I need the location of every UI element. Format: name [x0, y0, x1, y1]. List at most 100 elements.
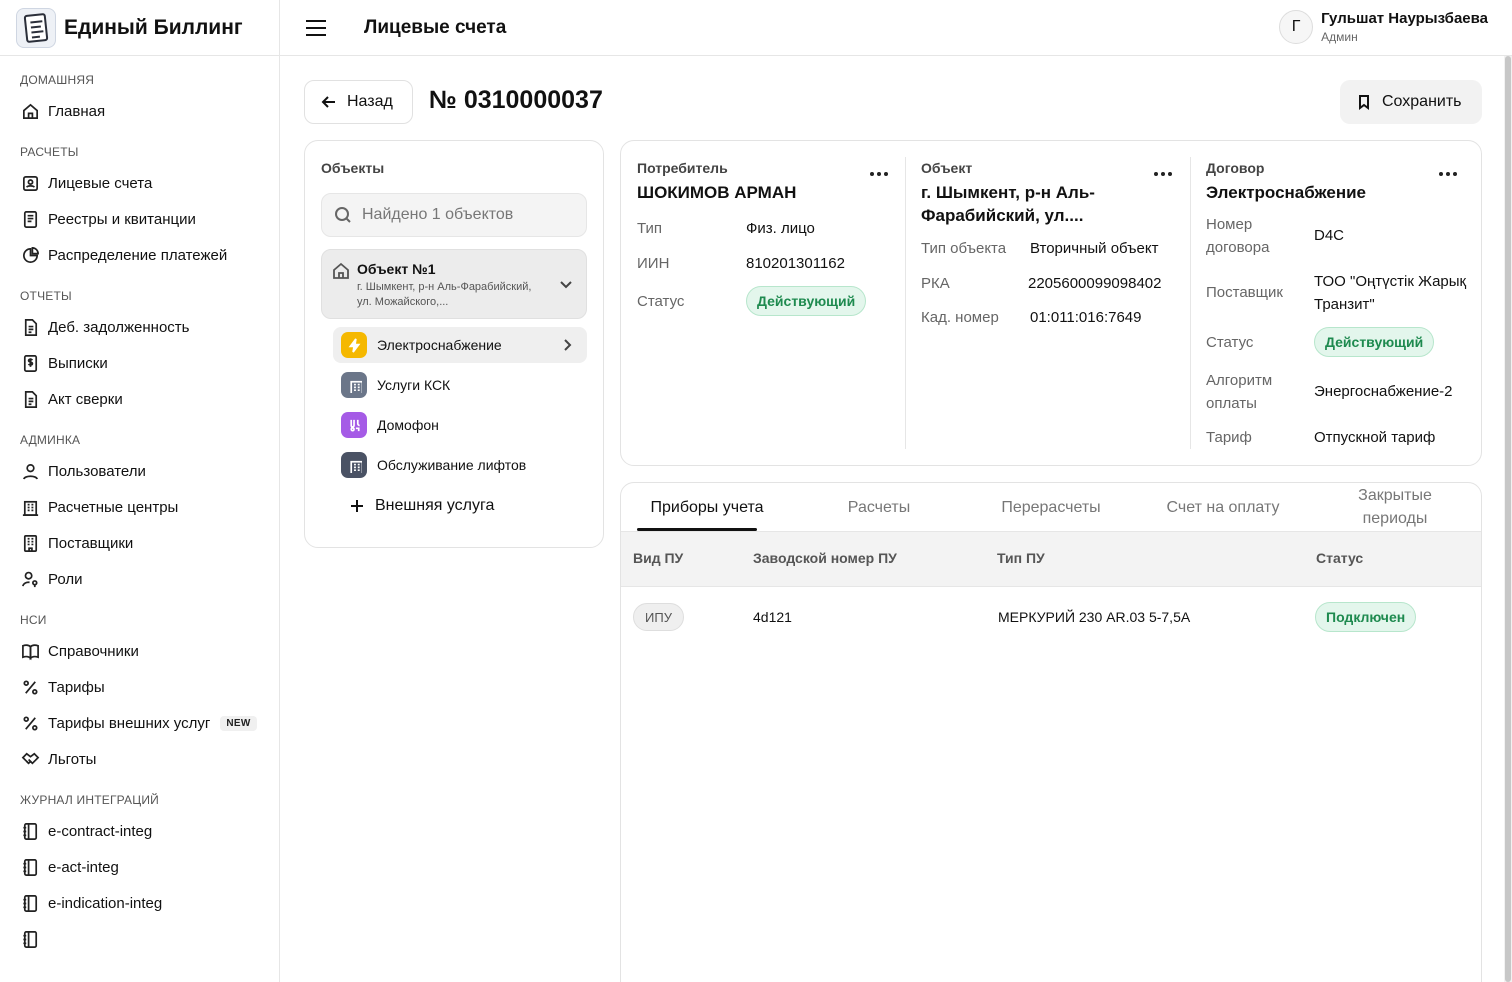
objects-panel: Объекты Объект №1 г. Шымкент, р-н Аль-Фа… — [304, 140, 604, 548]
consumer-iin-value: 810201301162 — [746, 255, 845, 272]
lightning-icon — [341, 332, 367, 358]
account-info-panel: Потребитель ШОКИМОВ АРМАН Тип Физ. лицо … — [620, 140, 1482, 466]
sidebar-item[interactable]: e-contract-integ — [0, 813, 279, 849]
logo-icon — [16, 7, 56, 48]
sidebar-item[interactable]: Деб. задолженность — [0, 309, 279, 345]
percent-icon — [20, 677, 40, 697]
consumer-status-label: Статус — [637, 293, 685, 310]
chevron-down-icon[interactable] — [558, 276, 574, 296]
tab-closed-periods[interactable]: Закрытые периоды — [1335, 483, 1455, 531]
sidebar-item[interactable]: Пользователи — [0, 453, 279, 489]
page-scrollbar[interactable] — [1504, 56, 1512, 982]
object-title: г. Шымкент, р-н Аль-Фарабийский, ул.... — [921, 183, 1095, 225]
sidebar-item-label: e-act-integ — [48, 858, 119, 876]
consumer-more-icon[interactable] — [870, 169, 890, 179]
scrollbar-thumb[interactable] — [1505, 56, 1511, 982]
sidebar-item-label: Выписки — [48, 354, 108, 372]
nav-section-title: АДМИНКА — [20, 433, 81, 447]
column-header[interactable]: Статус — [1316, 550, 1363, 566]
sidebar-item[interactable]: Льготы — [0, 741, 279, 777]
brand[interactable]: Единый Биллинг — [0, 0, 279, 56]
contract-status-label: Статус — [1206, 334, 1254, 351]
top-header: Лицевые счета Г Гульшат Наурызбаева Адми… — [280, 0, 1512, 56]
add-external-service-button[interactable]: Внешняя услуга — [349, 497, 494, 515]
user-menu[interactable]: Г Гульшат Наурызбаева Админ — [1279, 10, 1488, 44]
sidebar-item[interactable]: Акт сверки — [0, 381, 279, 417]
column-header[interactable]: Тип ПУ — [997, 550, 1045, 566]
sidebar-item-label: Реестры и квитанции — [48, 210, 196, 228]
sidebar-item[interactable]: e-indication-integ — [0, 885, 279, 921]
building-icon — [341, 452, 367, 478]
sidebar-item[interactable] — [0, 921, 279, 957]
intercom-icon — [341, 412, 367, 438]
search-box[interactable] — [321, 193, 587, 237]
object-type-value: Вторичный объект — [1030, 240, 1159, 257]
object-rka-value: 2205600099098402 — [1028, 275, 1162, 292]
chevron-right-icon[interactable] — [559, 337, 575, 356]
back-button[interactable]: Назад — [304, 80, 413, 124]
service-item[interactable]: Электроснабжение — [333, 327, 587, 363]
service-label: Домофон — [377, 417, 439, 433]
service-label: Электроснабжение — [377, 337, 502, 353]
user-name: Гульшат Наурызбаева — [1321, 10, 1488, 27]
contract-supplier-label: Поставщик — [1206, 284, 1283, 301]
sidebar-item-label: Тарифы внешних услуг — [48, 714, 211, 732]
sidebar-item[interactable]: Лицевые счета — [0, 165, 279, 201]
hamburger-menu-icon[interactable] — [306, 14, 334, 42]
nav-section-title: ЖУРНАЛ ИНТЕГРАЦИЙ — [20, 793, 159, 807]
book-icon — [20, 641, 40, 661]
service-label: Обслуживание лифтов — [377, 457, 527, 473]
consumer-iin-label: ИИН — [637, 255, 670, 272]
sidebar-item-label: Роли — [48, 570, 83, 588]
nav-section-title: РАСЧЕТЫ — [20, 145, 79, 159]
sidebar-item[interactable]: Главная — [0, 93, 279, 129]
search-input[interactable] — [362, 206, 582, 224]
sidebar-item[interactable]: Справочники — [0, 633, 279, 669]
table-row[interactable]: ИПУ 4d121 МЕРКУРИЙ 230 AR.03 5-7,5А Подк… — [621, 587, 1481, 649]
nav-section-title: ДОМАШНЯЯ — [20, 73, 95, 87]
consumer-column: Потребитель ШОКИМОВ АРМАН Тип Физ. лицо … — [621, 157, 905, 449]
object-rka-label: РКА — [921, 275, 950, 292]
sidebar-item[interactable]: Роли — [0, 561, 279, 597]
tab-recalculations[interactable]: Перерасчеты — [981, 483, 1121, 531]
notebook-icon — [20, 857, 40, 877]
column-header[interactable]: Заводской номер ПУ — [753, 550, 897, 566]
sidebar-item[interactable]: Поставщики — [0, 525, 279, 561]
sidebar-item-label: Пользователи — [48, 462, 146, 480]
details-tabs-panel: Приборы учета Расчеты Перерасчеты Счет н… — [620, 482, 1482, 982]
sidebar-item-label: Распределение платежей — [48, 246, 228, 264]
service-item[interactable]: Домофон — [333, 407, 587, 443]
back-label: Назад — [347, 93, 393, 110]
sidebar-item[interactable]: e-act-integ — [0, 849, 279, 885]
consumer-name: ШОКИМОВ АРМАН — [637, 183, 797, 202]
sidebar-item-label: e-contract-integ — [48, 822, 153, 840]
avatar[interactable]: Г — [1279, 10, 1314, 44]
object-name: Объект №1 — [357, 261, 436, 277]
sidebar-item[interactable]: Тарифы внешних услуг NEW — [0, 705, 279, 741]
tab-calculations[interactable]: Расчеты — [819, 483, 939, 531]
sidebar-item[interactable]: Выписки — [0, 345, 279, 381]
building-icon — [341, 372, 367, 398]
sidebar-item[interactable]: Распределение платежей — [0, 237, 279, 273]
contract-more-icon[interactable] — [1439, 169, 1459, 179]
tab-invoice[interactable]: Счет на оплату — [1151, 483, 1295, 531]
object-card[interactable]: Объект №1 г. Шымкент, р-н Аль-Фарабийски… — [321, 249, 587, 319]
column-header[interactable]: Вид ПУ — [633, 550, 683, 566]
plus-icon — [351, 500, 363, 512]
contract-number-label: Номер договора — [1206, 216, 1270, 256]
service-label: Услуги КСК — [377, 377, 451, 393]
sidebar-item[interactable]: Реестры и квитанции — [0, 201, 279, 237]
new-badge: NEW — [220, 715, 257, 731]
sidebar: Единый Биллинг ДОМАШНЯЯ Главная РАСЧЕТЫ Лиц… — [0, 0, 280, 982]
contract-status-badge: Действующий — [1314, 327, 1435, 357]
service-item[interactable]: Услуги КСК — [333, 367, 587, 403]
save-button[interactable]: Сохранить — [1340, 80, 1482, 124]
dollar-doc-icon — [20, 353, 40, 373]
sidebar-item[interactable]: Расчетные центры — [0, 489, 279, 525]
object-more-icon[interactable] — [1154, 169, 1174, 179]
service-item[interactable]: Обслуживание лифтов — [333, 447, 587, 483]
sidebar-item[interactable]: Тарифы — [0, 669, 279, 705]
user-icon — [20, 461, 40, 481]
contract-supplier-value: ТОО "Оңтүстік Жарық Транзит" — [1314, 273, 1467, 313]
tab-meters[interactable]: Приборы учета — [637, 483, 777, 531]
